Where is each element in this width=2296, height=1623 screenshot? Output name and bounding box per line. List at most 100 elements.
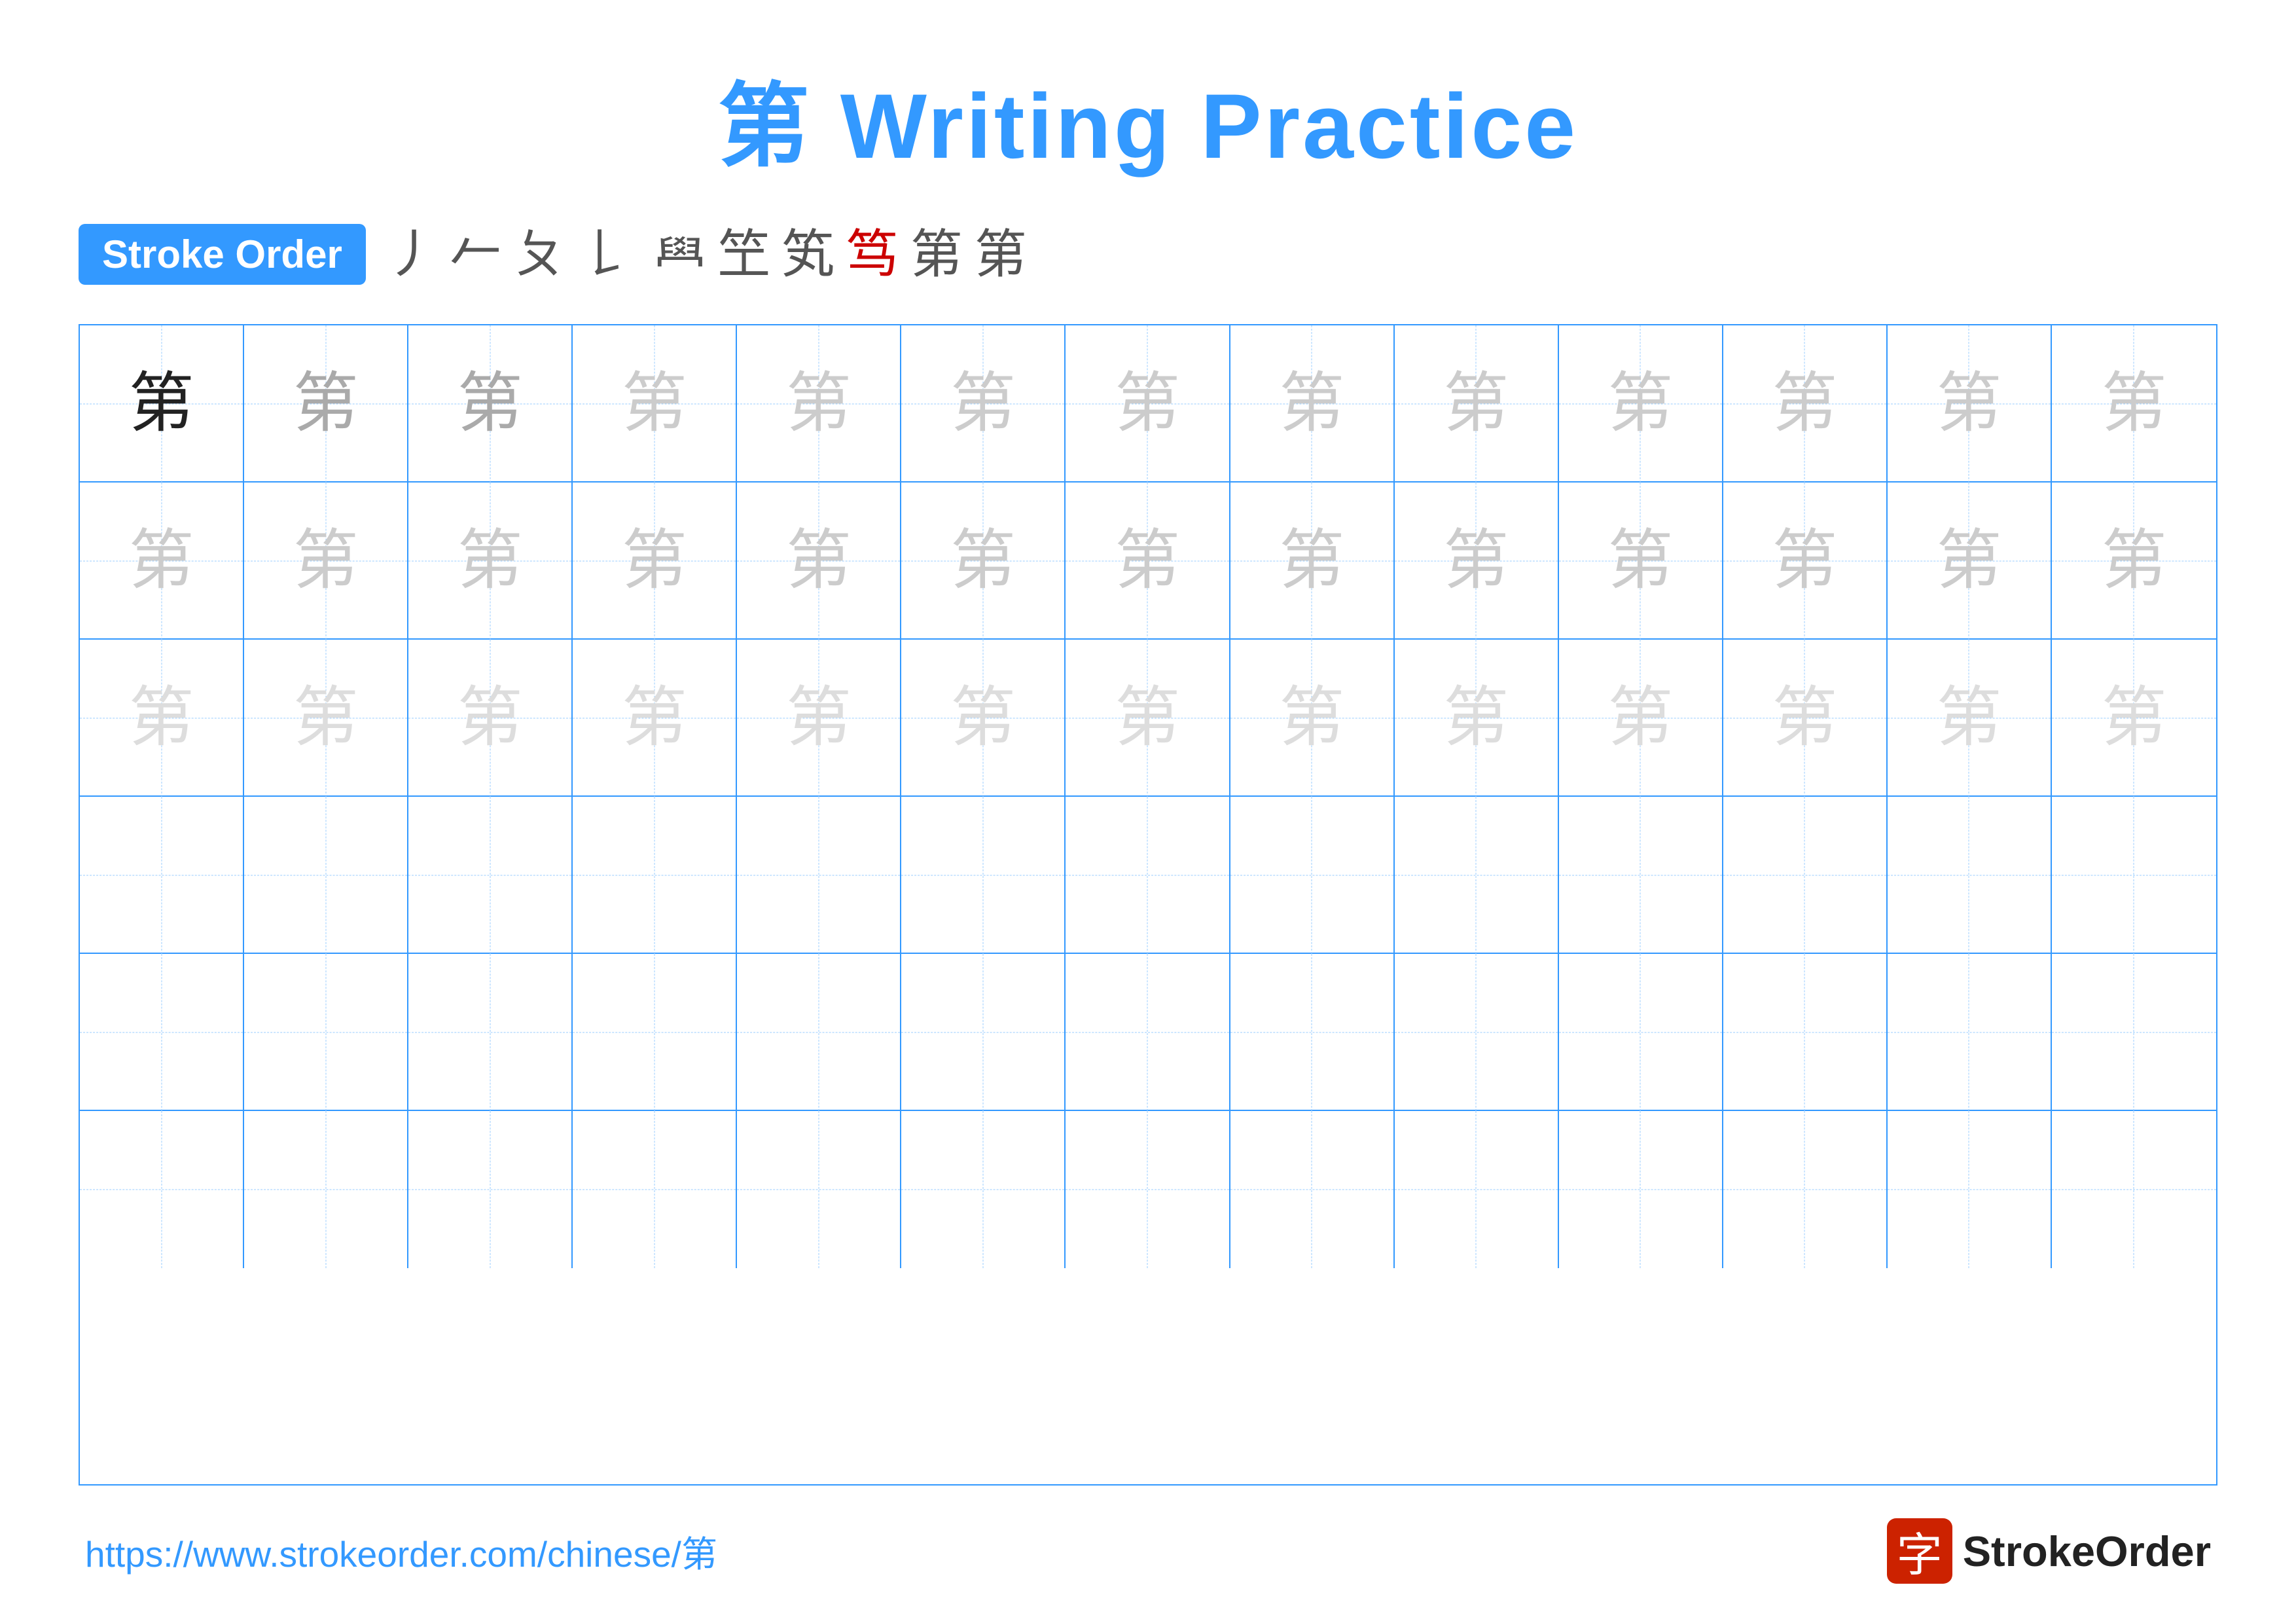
grid-cell[interactable] <box>244 954 408 1111</box>
grid-row: 第第第第第第第第第第第第第 <box>80 325 2216 483</box>
grid-cell[interactable]: 第 <box>1888 483 2052 640</box>
stroke-step: 𦥯 <box>654 228 706 281</box>
grid-cell[interactable]: 第 <box>1559 640 1723 797</box>
grid-cell[interactable]: 第 <box>2052 325 2216 483</box>
grid-cell[interactable] <box>1559 954 1723 1111</box>
grid-cell[interactable] <box>2052 1111 2216 1268</box>
grid-cell[interactable] <box>737 797 901 954</box>
stroke-step: 第 <box>910 228 963 281</box>
footer-logo-icon: 字 <box>1887 1518 1952 1584</box>
grid-cell[interactable] <box>80 954 244 1111</box>
grid-cell[interactable] <box>2052 954 2216 1111</box>
grid-cell[interactable] <box>1723 954 1888 1111</box>
grid-cell[interactable] <box>1230 954 1395 1111</box>
grid-cell[interactable] <box>1395 954 1559 1111</box>
grid-cell[interactable] <box>244 1111 408 1268</box>
grid-cell[interactable] <box>573 954 737 1111</box>
grid-cell[interactable] <box>1230 1111 1395 1268</box>
grid-cell[interactable] <box>2052 797 2216 954</box>
cell-character: 第 <box>1772 685 1837 751</box>
grid-cell[interactable]: 第 <box>737 483 901 640</box>
grid-cell[interactable]: 第 <box>80 483 244 640</box>
grid-cell[interactable]: 第 <box>2052 640 2216 797</box>
grid-cell[interactable] <box>573 797 737 954</box>
grid-cell[interactable]: 第 <box>901 325 1066 483</box>
stroke-step: 笁 <box>718 228 770 281</box>
grid-cell[interactable] <box>408 1111 573 1268</box>
grid-cell[interactable] <box>1066 954 1230 1111</box>
grid-cell[interactable]: 第 <box>1395 483 1559 640</box>
grid-cell[interactable] <box>573 1111 737 1268</box>
cell-character: 第 <box>1115 371 1180 437</box>
cell-character: 第 <box>1607 528 1673 594</box>
grid-cell[interactable] <box>80 797 244 954</box>
cell-character: 第 <box>1772 528 1837 594</box>
grid-cell[interactable] <box>408 954 573 1111</box>
grid-cell[interactable]: 第 <box>1066 483 1230 640</box>
grid-row: 第第第第第第第第第第第第第 <box>80 483 2216 640</box>
stroke-step: 𠄌 <box>578 228 630 281</box>
grid-cell[interactable]: 第 <box>1395 325 1559 483</box>
grid-cell[interactable]: 第 <box>901 640 1066 797</box>
grid-cell[interactable]: 第 <box>1723 483 1888 640</box>
grid-cell[interactable]: 第 <box>1888 325 2052 483</box>
cell-character: 第 <box>129 371 194 437</box>
grid-cell[interactable] <box>1888 954 2052 1111</box>
grid-cell[interactable] <box>1395 1111 1559 1268</box>
grid-cell[interactable] <box>408 797 573 954</box>
grid-cell[interactable]: 第 <box>1395 640 1559 797</box>
grid-cell[interactable] <box>901 1111 1066 1268</box>
grid-cell[interactable] <box>1230 797 1395 954</box>
grid-cell[interactable]: 第 <box>1888 640 2052 797</box>
grid-cell[interactable]: 第 <box>737 640 901 797</box>
grid-cell[interactable] <box>1559 797 1723 954</box>
grid-cell[interactable]: 第 <box>901 483 1066 640</box>
stroke-step: 𠂉 <box>450 228 502 281</box>
grid-cell[interactable] <box>901 954 1066 1111</box>
stroke-sequence: 丿𠂉ㄆ𠄌𠄍𦥯笁笂笃第第 <box>386 228 1027 281</box>
grid-cell[interactable]: 第 <box>244 325 408 483</box>
grid-cell[interactable] <box>1066 1111 1230 1268</box>
cell-character: 第 <box>1115 685 1180 751</box>
grid-cell[interactable]: 第 <box>1066 640 1230 797</box>
grid-cell[interactable] <box>1395 797 1559 954</box>
grid-cell[interactable]: 第 <box>737 325 901 483</box>
grid-cell[interactable]: 第 <box>1230 325 1395 483</box>
grid-cell[interactable] <box>1559 1111 1723 1268</box>
grid-cell[interactable]: 第 <box>408 325 573 483</box>
cell-character: 第 <box>2101 685 2166 751</box>
grid-cell[interactable] <box>1723 1111 1888 1268</box>
grid-cell[interactable] <box>80 1111 244 1268</box>
grid-cell[interactable] <box>1888 1111 2052 1268</box>
cell-character: 第 <box>1279 685 1344 751</box>
grid-cell[interactable] <box>244 797 408 954</box>
grid-cell[interactable]: 第 <box>408 483 573 640</box>
grid-cell[interactable]: 第 <box>80 640 244 797</box>
grid-cell[interactable] <box>737 954 901 1111</box>
grid-cell[interactable]: 第 <box>1723 640 1888 797</box>
grid-cell[interactable]: 第 <box>244 640 408 797</box>
grid-cell[interactable]: 第 <box>1230 483 1395 640</box>
grid-cell[interactable]: 第 <box>1723 325 1888 483</box>
grid-cell[interactable] <box>737 1111 901 1268</box>
grid-cell[interactable]: 第 <box>1066 325 1230 483</box>
grid-cell[interactable] <box>901 797 1066 954</box>
grid-cell[interactable]: 第 <box>1559 483 1723 640</box>
grid-cell[interactable] <box>1888 797 2052 954</box>
cell-character: 第 <box>1936 371 2001 437</box>
grid-cell[interactable]: 第 <box>2052 483 2216 640</box>
grid-cell[interactable]: 第 <box>408 640 573 797</box>
grid-cell[interactable]: 第 <box>244 483 408 640</box>
cell-character: 第 <box>457 528 523 594</box>
grid-cell[interactable] <box>1066 797 1230 954</box>
grid-cell[interactable] <box>1723 797 1888 954</box>
grid-cell[interactable]: 第 <box>1559 325 1723 483</box>
grid-cell[interactable]: 第 <box>573 325 737 483</box>
stroke-step: 笂 <box>782 228 834 281</box>
cell-character: 第 <box>950 685 1016 751</box>
grid-cell[interactable]: 第 <box>573 483 737 640</box>
grid-cell[interactable]: 第 <box>80 325 244 483</box>
grid-cell[interactable]: 第 <box>1230 640 1395 797</box>
grid-cell[interactable]: 第 <box>573 640 737 797</box>
footer-url[interactable]: https://www.strokeorder.com/chinese/第 <box>85 1525 717 1577</box>
